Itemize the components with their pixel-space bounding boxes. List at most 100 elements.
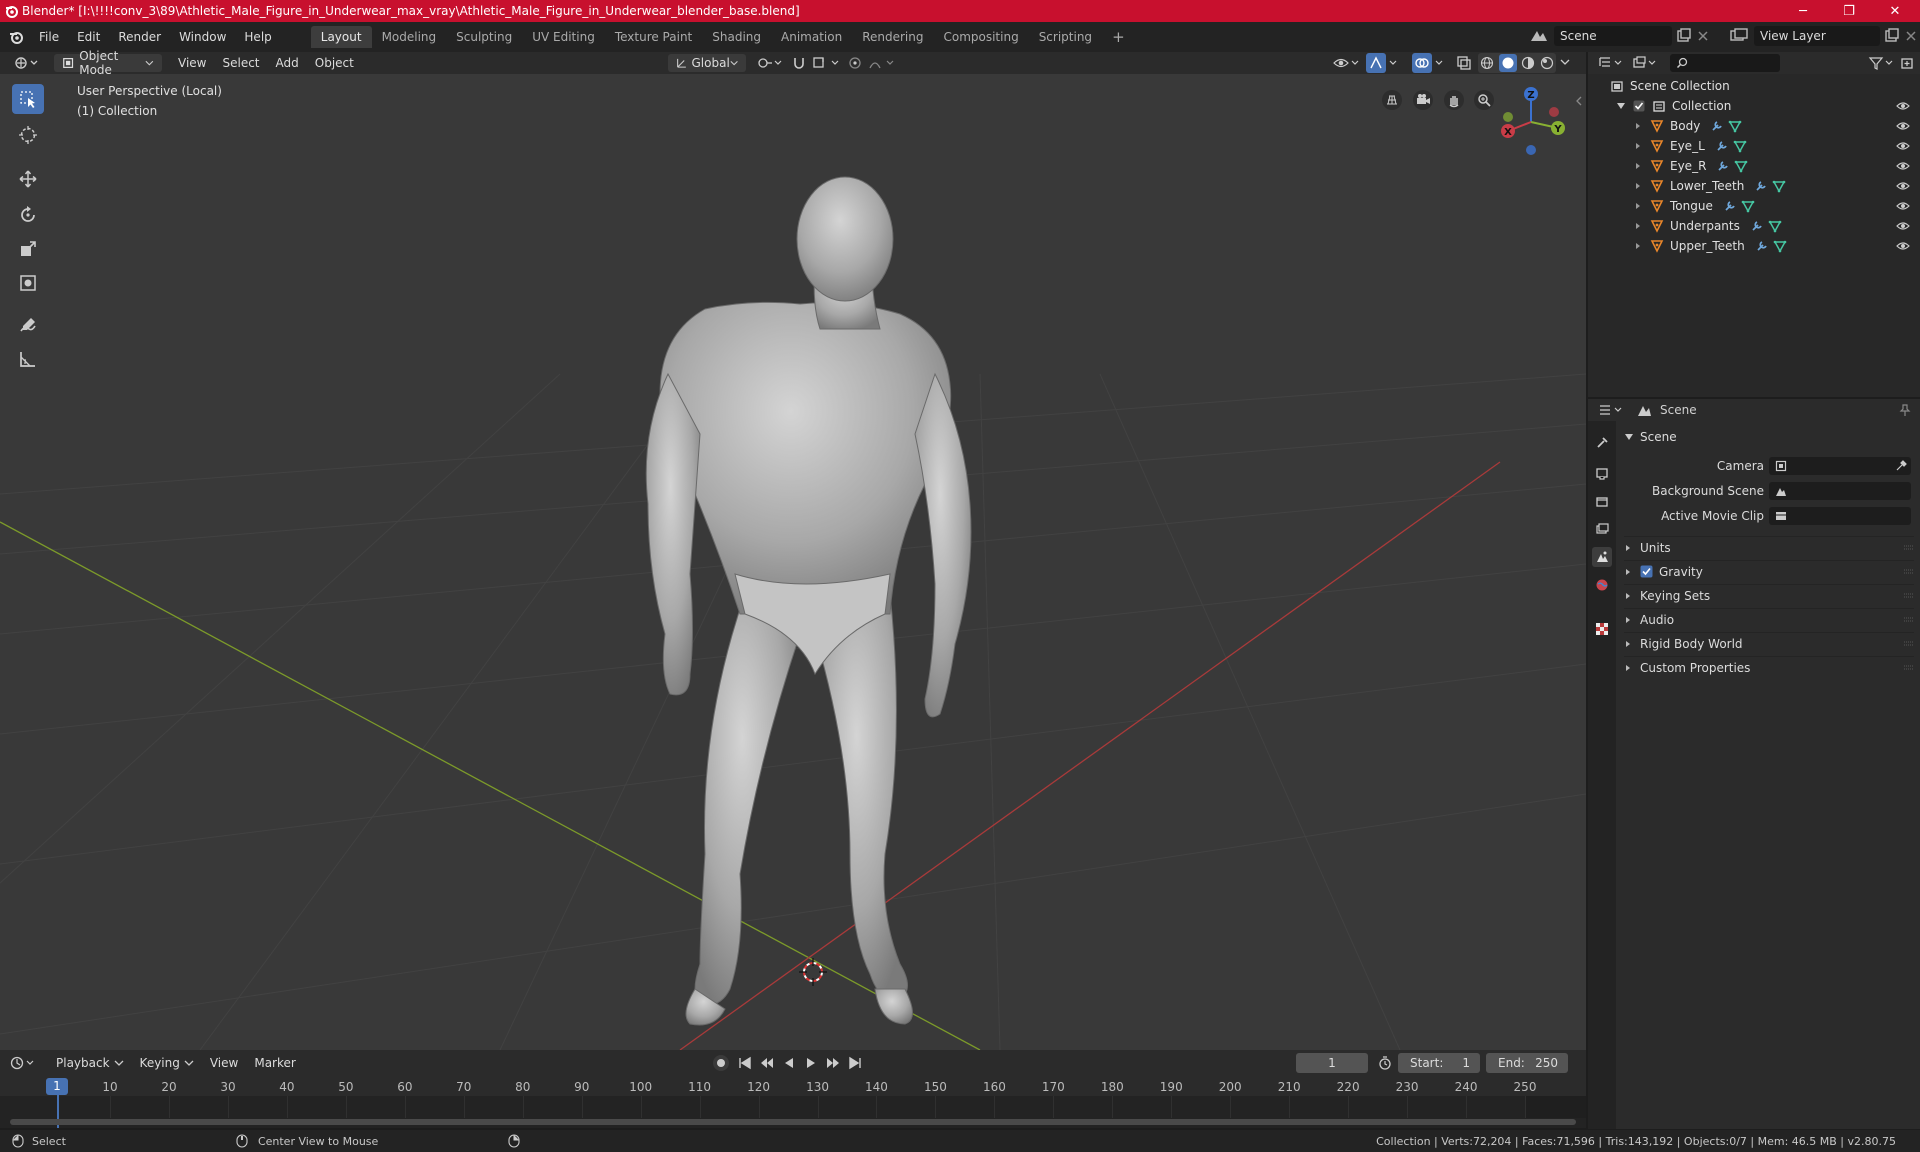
snap-target-icon[interactable] — [812, 56, 842, 70]
add-workspace-button[interactable]: + — [1102, 26, 1135, 48]
outliner-object-eye-l[interactable]: Eye_L — [1588, 136, 1920, 156]
menu-keying[interactable]: Keying — [132, 1054, 202, 1072]
tab-texture[interactable] — [1592, 619, 1612, 639]
menu-render[interactable]: Render — [109, 26, 170, 48]
outliner-scene-collection[interactable]: Scene Collection — [1588, 76, 1920, 96]
tab-rendering[interactable]: Rendering — [852, 26, 933, 48]
camera-view-icon[interactable] — [1413, 90, 1433, 110]
drag-handle-icon[interactable] — [1904, 640, 1914, 648]
modifier-wrench-icon[interactable] — [1715, 139, 1729, 153]
menu-file[interactable]: File — [30, 26, 68, 48]
drag-handle-icon[interactable] — [1904, 664, 1914, 672]
delete-scene-icon[interactable] — [1696, 29, 1710, 43]
pivot-point-icon[interactable] — [756, 56, 784, 70]
transform-tool[interactable] — [12, 268, 44, 298]
eye-icon[interactable] — [1896, 241, 1910, 251]
eye-icon[interactable] — [1896, 201, 1910, 211]
menu-add[interactable]: Add — [268, 54, 307, 72]
record-icon[interactable] — [712, 1054, 730, 1072]
navigation-gizmo[interactable]: Z Y X — [1496, 84, 1568, 160]
scene-field[interactable]: Scene — [1554, 26, 1672, 46]
play-icon[interactable] — [804, 1056, 818, 1070]
tab-compositing[interactable]: Compositing — [933, 26, 1028, 48]
tab-uv-editing[interactable]: UV Editing — [522, 26, 605, 48]
drag-handle-icon[interactable] — [1904, 592, 1914, 600]
gizmo-toggle-icon[interactable] — [1366, 53, 1400, 73]
subpanel-gravity[interactable]: Gravity — [1624, 560, 1914, 582]
modifier-wrench-icon[interactable] — [1750, 219, 1764, 233]
xray-toggle-icon[interactable] — [1456, 55, 1472, 71]
camera-field[interactable] — [1769, 457, 1911, 475]
mesh-data-icon[interactable] — [1773, 239, 1787, 253]
close-button[interactable]: ✕ — [1872, 0, 1918, 22]
outliner-object-tongue[interactable]: Tongue — [1588, 196, 1920, 216]
proportional-edit-icon[interactable] — [848, 56, 862, 70]
tab-sculpting[interactable]: Sculpting — [446, 26, 522, 48]
tab-scripting[interactable]: Scripting — [1029, 26, 1102, 48]
outliner-object-eye-r[interactable]: Eye_R — [1588, 156, 1920, 176]
play-reverse-icon[interactable] — [782, 1056, 796, 1070]
outliner-object-underpants[interactable]: Underpants — [1588, 216, 1920, 236]
active-movie-clip-field[interactable] — [1769, 507, 1911, 525]
expand-arrow-icon[interactable] — [1634, 222, 1642, 230]
expand-arrow-icon[interactable] — [1634, 182, 1642, 190]
menu-timeline-view[interactable]: View — [202, 1054, 246, 1072]
snap-icon[interactable] — [792, 56, 806, 70]
mesh-data-icon[interactable] — [1768, 219, 1782, 233]
gizmo-neg-x[interactable] — [1549, 107, 1559, 117]
new-view-layer-icon[interactable] — [1884, 28, 1900, 44]
scene-selector-icon[interactable] — [1528, 27, 1550, 45]
eye-icon[interactable] — [1896, 181, 1910, 191]
subpanel-keying-sets[interactable]: Keying Sets — [1624, 584, 1914, 606]
gravity-checkbox[interactable] — [1640, 565, 1653, 578]
subpanel-audio[interactable]: Audio — [1624, 608, 1914, 630]
modifier-wrench-icon[interactable] — [1716, 159, 1730, 173]
jump-to-end-icon[interactable] — [848, 1056, 862, 1070]
move-tool[interactable] — [12, 164, 44, 194]
outliner-object-body[interactable]: Body — [1588, 116, 1920, 136]
new-collection-icon[interactable] — [1900, 56, 1914, 70]
outliner-collection[interactable]: Collection — [1588, 96, 1920, 116]
mesh-data-icon[interactable] — [1733, 139, 1747, 153]
timeline-scrollbar[interactable] — [10, 1119, 1576, 1125]
outliner-object-lower-teeth[interactable]: Lower_Teeth — [1588, 176, 1920, 196]
eyedropper-icon[interactable] — [1895, 460, 1907, 472]
menu-object[interactable]: Object — [307, 54, 362, 72]
transform-orientation-dropdown[interactable]: Global — [668, 54, 746, 72]
outliner-editor-type-icon[interactable] — [1598, 56, 1626, 70]
mode-dropdown[interactable]: Object Mode — [54, 49, 162, 77]
male-figure-model[interactable] — [645, 176, 972, 1026]
tab-texture-paint[interactable]: Texture Paint — [605, 26, 702, 48]
expand-triangle-icon[interactable] — [1616, 101, 1626, 111]
menu-view[interactable]: View — [170, 54, 214, 72]
view-layer-field[interactable]: View Layer — [1754, 26, 1880, 46]
overlays-toggle-icon[interactable] — [1412, 53, 1446, 73]
background-scene-field[interactable] — [1769, 482, 1911, 500]
zoom-view-icon[interactable] — [1474, 90, 1494, 110]
view-layer-icon[interactable] — [1728, 27, 1750, 45]
wireframe-shading-icon[interactable] — [1480, 56, 1494, 70]
modifier-wrench-icon[interactable] — [1755, 239, 1769, 253]
modifier-wrench-icon[interactable] — [1754, 179, 1768, 193]
drag-handle-icon[interactable] — [1904, 616, 1914, 624]
mesh-data-icon[interactable] — [1728, 119, 1742, 133]
display-mode-icon[interactable] — [1632, 56, 1660, 70]
end-frame-field[interactable]: End: 250 — [1486, 1053, 1568, 1073]
solid-shading-icon[interactable] — [1498, 54, 1517, 72]
menu-marker[interactable]: Marker — [246, 1054, 303, 1072]
tab-animation[interactable]: Animation — [771, 26, 852, 48]
minimize-button[interactable]: ─ — [1780, 0, 1826, 22]
eye-icon[interactable] — [1896, 221, 1910, 231]
expand-arrow-icon[interactable] — [1634, 242, 1642, 250]
drag-handle-icon[interactable] — [1904, 568, 1914, 576]
new-scene-icon[interactable] — [1676, 28, 1692, 44]
jump-to-keyframe-forward-icon[interactable] — [826, 1056, 840, 1070]
tab-layout[interactable]: Layout — [310, 26, 372, 48]
menu-window[interactable]: Window — [170, 26, 235, 48]
measure-tool[interactable] — [12, 344, 44, 374]
tab-shading[interactable]: Shading — [702, 26, 771, 48]
scene-panel-header[interactable]: Scene — [1624, 426, 1914, 448]
subpanel-units[interactable]: Units — [1624, 536, 1914, 558]
outliner-object-upper-teeth[interactable]: Upper_Teeth — [1588, 236, 1920, 256]
mesh-data-icon[interactable] — [1741, 199, 1755, 213]
